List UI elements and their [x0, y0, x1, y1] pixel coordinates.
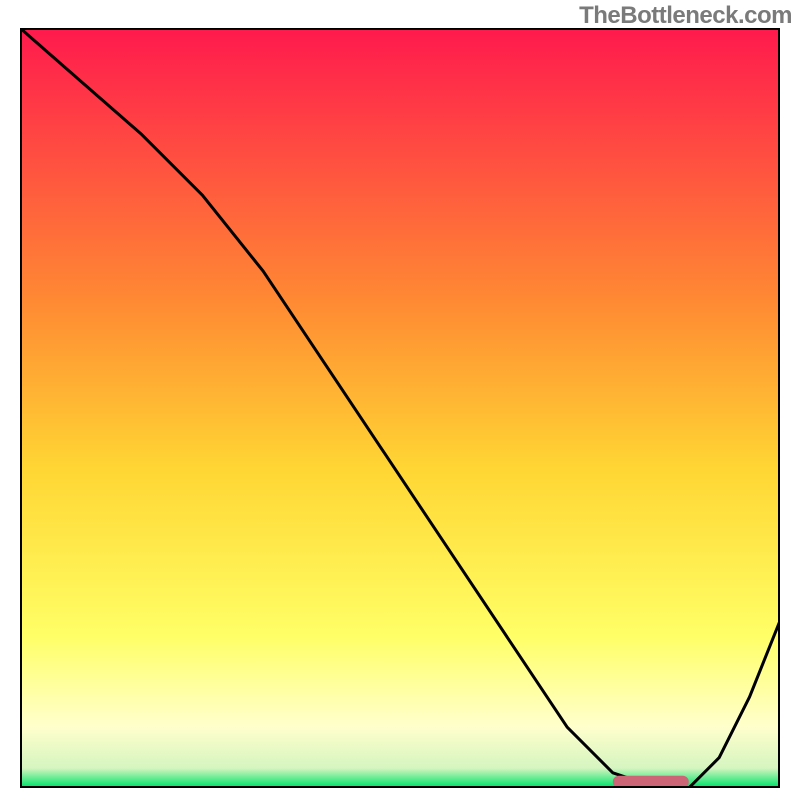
chart-svg	[20, 28, 780, 788]
gradient-background	[21, 29, 779, 787]
chart-plot-area	[20, 28, 780, 788]
watermark-text: TheBottleneck.com	[579, 2, 792, 30]
chart-container: TheBottleneck.com	[0, 0, 800, 800]
